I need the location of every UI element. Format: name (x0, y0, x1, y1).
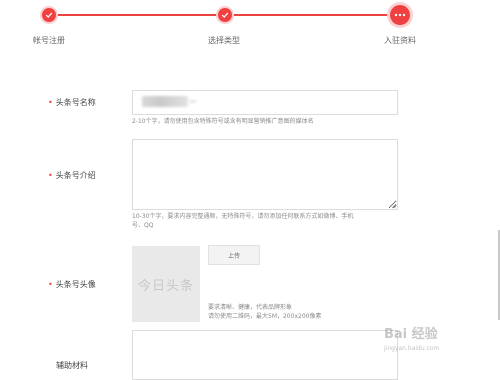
required-mark: • (48, 280, 53, 289)
intro-hint-line-2: 号、QQ (132, 222, 154, 229)
required-mark: • (48, 171, 53, 180)
material-label: 辅助材料 (56, 361, 88, 370)
intro-textarea[interactable] (132, 139, 398, 210)
name-label: • 头条号名称 (48, 97, 96, 108)
step-1-label: 帐号注册 (33, 36, 65, 45)
avatar-hint-line-1: 要求清晰、健康，代表品牌形象 (208, 304, 293, 311)
avatar-hint-line-2: 请勿使用二维码，最大5M，200x200像素 (208, 313, 322, 320)
avatar-placeholder[interactable]: 今日头条 (132, 246, 200, 322)
avatar-label-text: 头条号头像 (55, 280, 96, 289)
watermark-url: jingyan.baidu.com (384, 345, 440, 352)
resize-grip-icon[interactable] (391, 203, 397, 209)
avatar-label: • 头条号头像 (48, 279, 96, 290)
step-2-check-icon (218, 8, 232, 22)
upload-button[interactable]: 上传 (208, 245, 260, 265)
intro-hint-line-1: 10-30个字，要求内容完整通顺，无特殊符号，请勿添加任何联系方式如微博、手机 (132, 213, 354, 220)
baidu-jingyan-watermark: Bai 经验 (384, 327, 438, 342)
name-input-cursor (190, 100, 196, 103)
name-label-text: 头条号名称 (55, 98, 96, 107)
step-3-more-icon (390, 5, 410, 25)
name-input-blurred-value (142, 96, 188, 107)
step-2-label: 选择类型 (208, 36, 240, 45)
name-hint: 2-10个字，请勿使用包含特殊符号或含有明显营销推广意图的媒体名 (132, 118, 314, 125)
avatar-hint: 要求清晰、健康，代表品牌形象 请勿使用二维码，最大5M，200x200像素 (208, 303, 388, 321)
avatar-placeholder-text: 今日头条 (137, 278, 194, 294)
material-upload-box[interactable] (132, 330, 398, 380)
step-1-check-icon (42, 8, 56, 22)
intro-label-text: 头条号介绍 (55, 171, 96, 180)
step-3-label: 入驻资料 (384, 36, 416, 45)
intro-hint: 10-30个字，要求内容完整通顺，无特殊符号，请勿添加任何联系方式如微博、手机 … (132, 212, 402, 230)
intro-label: • 头条号介绍 (48, 170, 96, 181)
required-mark: • (48, 98, 53, 107)
